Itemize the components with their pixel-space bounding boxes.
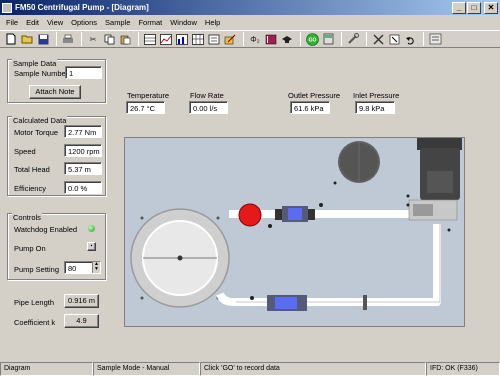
total-head-field: 5.37 m bbox=[64, 162, 102, 175]
speed-field: 1200 rpm bbox=[64, 144, 102, 157]
cross-icon[interactable] bbox=[387, 32, 401, 46]
efficiency-field: 0.0 % bbox=[64, 181, 102, 194]
menu-options[interactable]: Options bbox=[71, 18, 97, 27]
efficiency-label: Efficiency bbox=[14, 184, 46, 193]
control-valve-window bbox=[275, 297, 297, 309]
window-title: FM50 Centrifugal Pump - [Diagram] bbox=[15, 3, 149, 12]
temperature-sensor bbox=[238, 203, 262, 227]
menu-bar: File Edit View Options Sample Format Win… bbox=[0, 15, 500, 30]
return-pipe bbox=[233, 224, 441, 306]
flow-rate-label: Flow Rate bbox=[190, 91, 224, 100]
open-icon[interactable] bbox=[20, 32, 34, 46]
pump-setting-label: Pump Setting bbox=[14, 265, 60, 274]
temperature-label: Temperature bbox=[127, 91, 170, 100]
toolbar: ✂ Φ₂ GO bbox=[0, 30, 500, 48]
graph-icon[interactable] bbox=[175, 32, 189, 46]
menu-format[interactable]: Format bbox=[138, 18, 162, 27]
motor-torque-field: 2.77 Nm bbox=[64, 125, 102, 138]
total-head-label: Total Head bbox=[14, 165, 50, 174]
pump-on-toggle[interactable]: ▪ bbox=[87, 242, 96, 251]
toolbar-separator bbox=[423, 32, 424, 46]
phi2-icon[interactable]: Φ₂ bbox=[248, 32, 262, 46]
flow-rate-field: 0.00 l/s bbox=[189, 101, 228, 114]
minimize-button[interactable]: _ bbox=[452, 1, 466, 14]
pump-diagram-drawing bbox=[130, 138, 462, 311]
pipe-bend bbox=[216, 292, 234, 306]
sample-data-title: Sample Data bbox=[12, 59, 58, 68]
status-panel-view: Diagram bbox=[0, 362, 93, 376]
inlet-pressure-field: 9.8 kPa bbox=[355, 101, 395, 114]
print-icon[interactable] bbox=[61, 32, 75, 46]
attach-note-button[interactable]: Attach Note bbox=[29, 85, 81, 99]
settings-icon[interactable] bbox=[346, 32, 360, 46]
toolbar-separator bbox=[56, 32, 57, 46]
controls-title: Controls bbox=[12, 213, 42, 222]
save-icon[interactable] bbox=[36, 32, 50, 46]
status-panel-ifd: IFD: OK (F336) bbox=[426, 362, 500, 376]
toolbar-separator bbox=[341, 32, 342, 46]
watchdog-label: Watchdog Enabled bbox=[14, 225, 78, 234]
menu-sample[interactable]: Sample bbox=[105, 18, 130, 27]
cut-icon[interactable]: ✂ bbox=[86, 32, 100, 46]
outlet-pressure-field: 61.6 kPa bbox=[290, 101, 330, 114]
toolbar-separator bbox=[300, 32, 301, 46]
outlet-pressure-label: Outlet Pressure bbox=[288, 91, 341, 100]
speed-label: Speed bbox=[14, 147, 36, 156]
calculated-data-title: Calculated Data bbox=[12, 116, 68, 125]
sample-number-label: Sample Number bbox=[14, 69, 69, 78]
table-icon[interactable] bbox=[143, 32, 157, 46]
app-icon bbox=[2, 2, 12, 13]
paste-icon[interactable] bbox=[118, 32, 132, 46]
edit-icon[interactable] bbox=[223, 32, 237, 46]
toolbar-separator bbox=[138, 32, 139, 46]
temperature-field: 26.7 °C bbox=[126, 101, 165, 114]
watchdog-indicator bbox=[88, 225, 95, 232]
close-button[interactable]: ✕ bbox=[484, 1, 498, 14]
chart-icon[interactable] bbox=[159, 32, 173, 46]
menu-help[interactable]: Help bbox=[205, 18, 220, 27]
title-bar: FM50 Centrifugal Pump - [Diagram] _ □ ✕ bbox=[0, 0, 500, 15]
menu-view[interactable]: View bbox=[47, 18, 63, 27]
toolbar-separator bbox=[243, 32, 244, 46]
sample-number-field[interactable]: 1 bbox=[65, 66, 102, 79]
flow-meter-window bbox=[288, 208, 302, 220]
pump-setting-down[interactable]: ▼ bbox=[92, 267, 100, 273]
motor-torque-label: Motor Torque bbox=[14, 128, 59, 137]
inlet-pressure-label: Inlet Pressure bbox=[353, 91, 400, 100]
go-icon[interactable]: GO bbox=[305, 32, 319, 46]
help-hat-icon[interactable] bbox=[280, 32, 294, 46]
menu-edit[interactable]: Edit bbox=[26, 18, 39, 27]
pump-diagram bbox=[124, 137, 465, 327]
menu-file[interactable]: File bbox=[6, 18, 18, 27]
new-icon[interactable] bbox=[4, 32, 18, 46]
grid-icon[interactable] bbox=[191, 32, 205, 46]
pipe-length-value: 0.916 m bbox=[64, 294, 99, 308]
status-panel-mode: Sample Mode - Manual bbox=[93, 362, 200, 376]
toolbar-separator bbox=[81, 32, 82, 46]
menu-window[interactable]: Window bbox=[170, 18, 197, 27]
copy-icon[interactable] bbox=[102, 32, 116, 46]
undo-icon[interactable] bbox=[403, 32, 417, 46]
status-panel-hint: Click 'GO' to record data bbox=[200, 362, 426, 376]
status-bar: Diagram Sample Mode - Manual Click 'GO' … bbox=[0, 362, 500, 376]
data-icon[interactable] bbox=[428, 32, 442, 46]
coefficient-label: Coefficient k bbox=[14, 318, 56, 327]
toolbar-separator bbox=[366, 32, 367, 46]
coefficient-value: 4.9 bbox=[64, 314, 99, 328]
wizard-icon[interactable] bbox=[207, 32, 221, 46]
svg-text:GO: GO bbox=[308, 37, 316, 43]
pipe-length-label: Pipe Length bbox=[14, 298, 55, 307]
book-icon[interactable] bbox=[264, 32, 278, 46]
pump-on-label: Pump On bbox=[14, 244, 46, 253]
clear-icon[interactable] bbox=[371, 32, 385, 46]
calculator-icon[interactable] bbox=[321, 32, 335, 46]
tank-center bbox=[177, 255, 183, 261]
maximize-button[interactable]: □ bbox=[467, 1, 481, 14]
